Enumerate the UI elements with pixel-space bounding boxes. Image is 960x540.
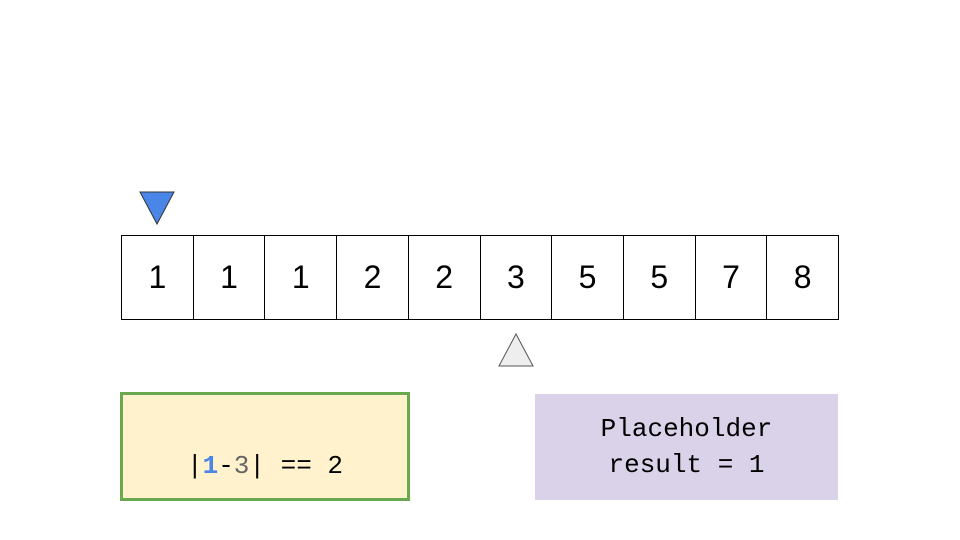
- array-cell-2: 1: [265, 236, 338, 319]
- expression-open: |: [186, 451, 203, 481]
- result-line-1: Placeholder: [600, 414, 773, 444]
- array-cell-5: 3: [481, 236, 553, 319]
- bottom-pointer-triangle-icon: [498, 332, 534, 368]
- result-box: Placeholder result = 1: [535, 394, 838, 500]
- top-pointer-triangle-icon: [139, 190, 175, 226]
- array-cell-3: 2: [337, 236, 409, 319]
- array-cell-9: 8: [793, 259, 812, 295]
- expression-minus: -: [218, 451, 234, 481]
- expression-box: | 1-3 | == 2: [120, 392, 410, 501]
- result-line-2: result = 1: [608, 450, 765, 480]
- array-cell-8: 7: [696, 236, 768, 319]
- expression-close: | == 2: [249, 451, 344, 481]
- array-cell-1: 1: [194, 236, 266, 319]
- expression-right-value: 3: [233, 451, 250, 481]
- array-row: 1 1 1 2 2 3 5 5 7 8: [121, 235, 839, 320]
- array-cell-6: 5: [552, 236, 624, 319]
- expression-left-value: 1: [202, 451, 219, 481]
- array-cell-0: 1: [122, 236, 194, 319]
- array-cell-4: 2: [409, 236, 481, 319]
- array-cell-7: 5: [624, 236, 696, 319]
